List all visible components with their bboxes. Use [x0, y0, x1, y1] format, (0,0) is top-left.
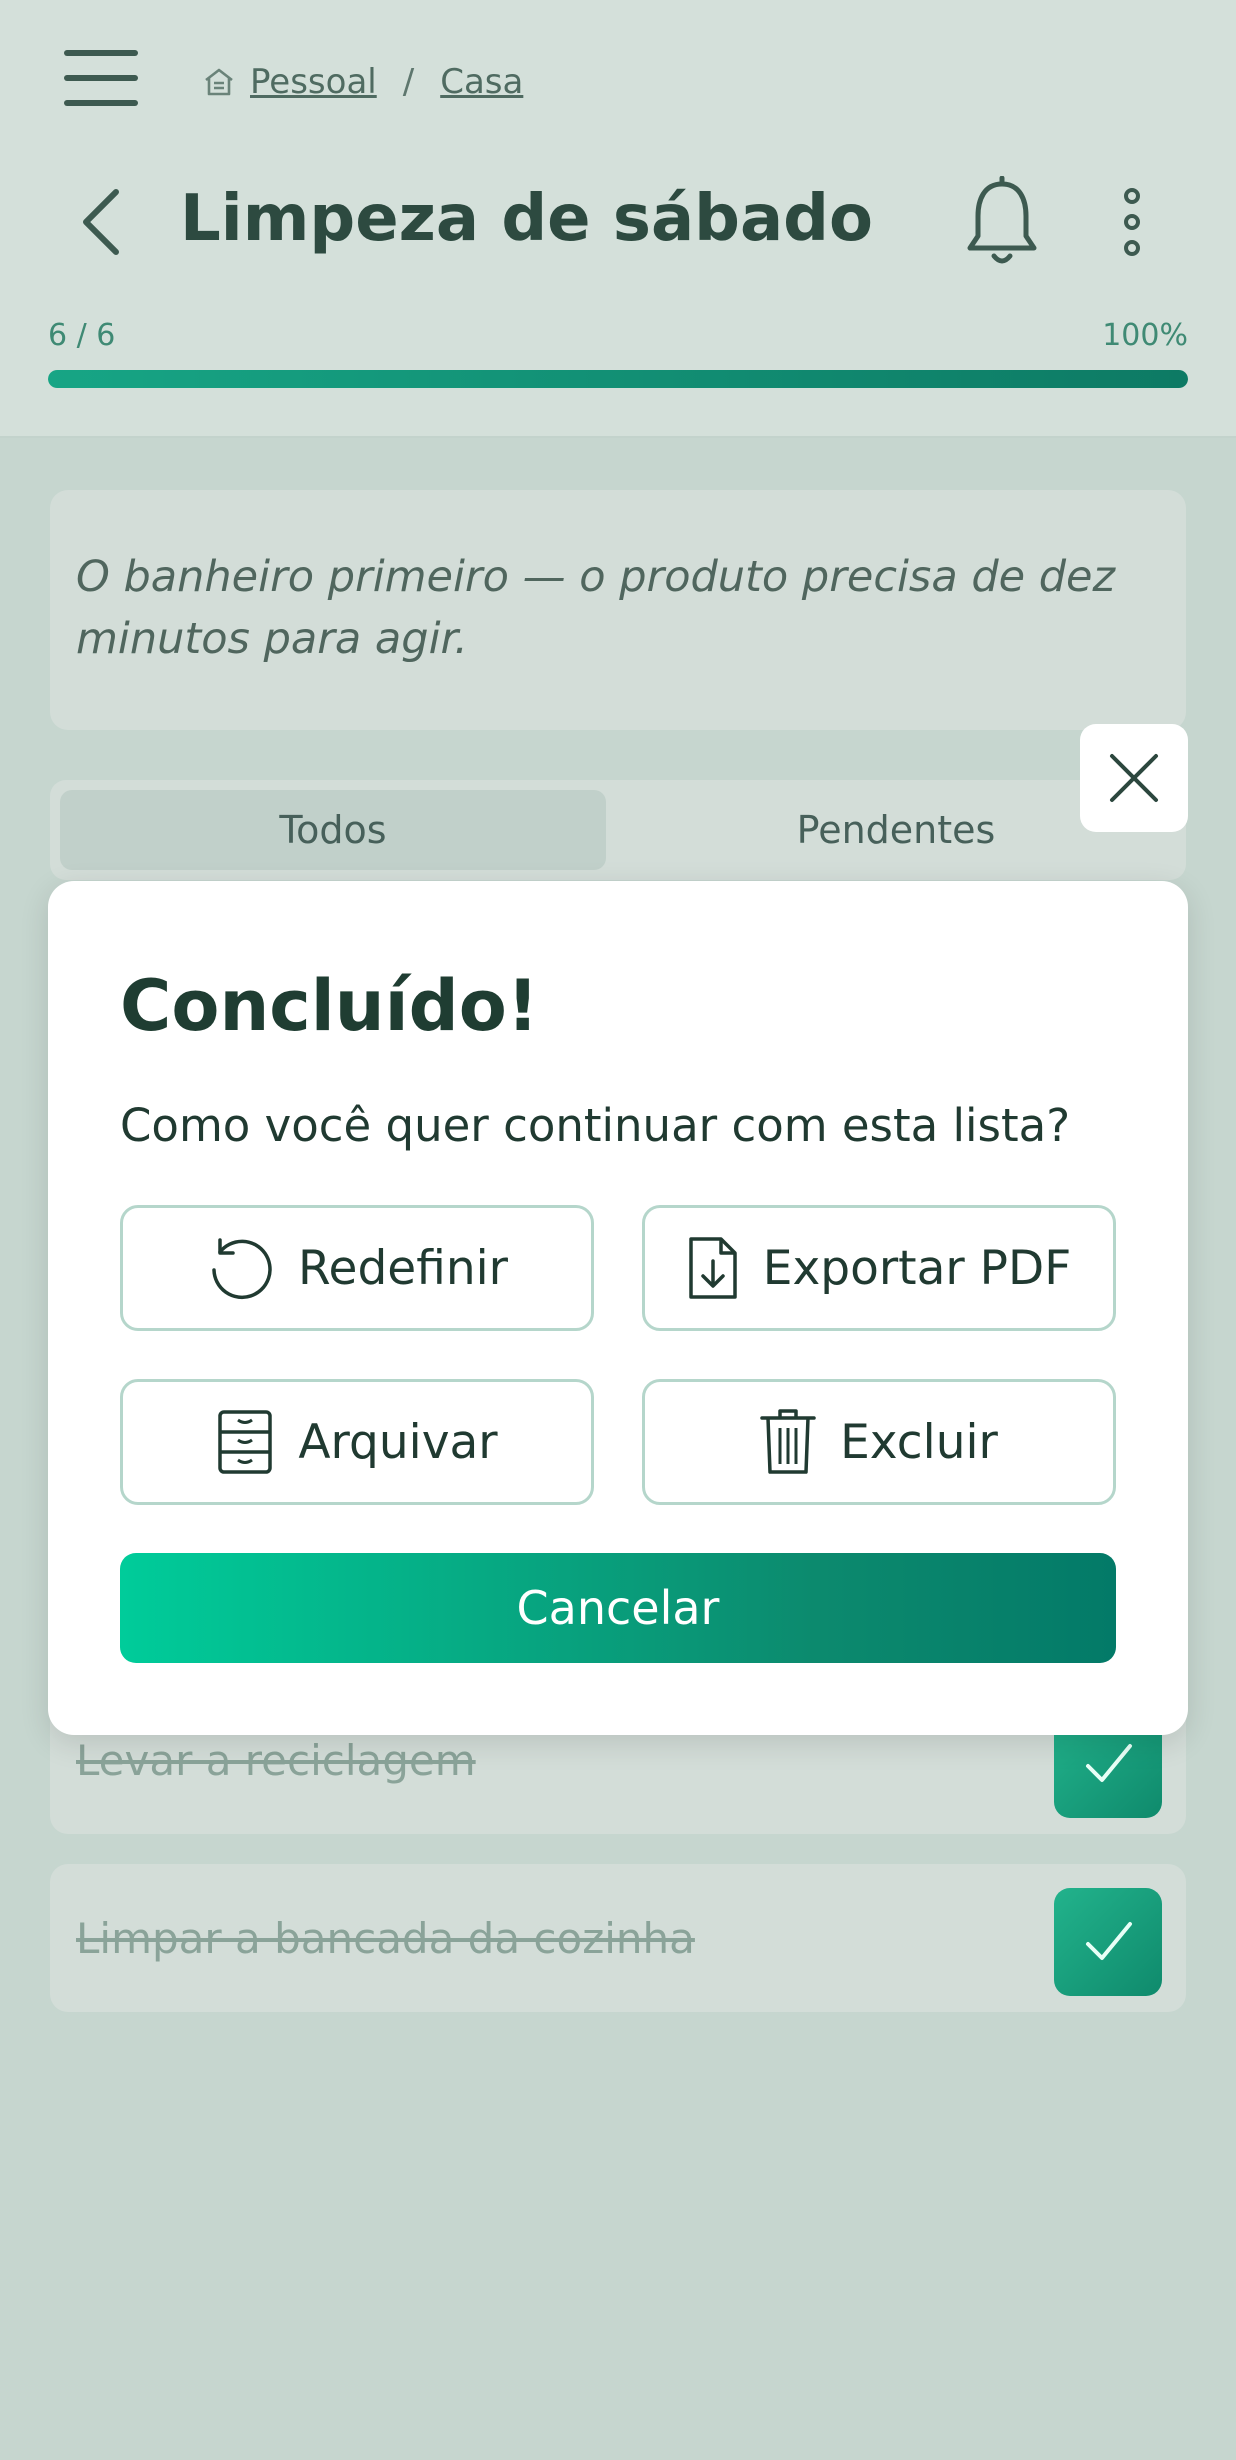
reset-icon: [212, 1238, 272, 1300]
progress-bar: [48, 370, 1188, 388]
breadcrumb-link-pessoal[interactable]: Pessoal: [250, 62, 377, 102]
menu-icon-bar: [64, 50, 138, 56]
file-download-icon: [689, 1237, 737, 1299]
completion-dialog: Concluído! Como você quer continuar com …: [48, 881, 1188, 1735]
bell-icon: [967, 175, 1037, 264]
more-options-button[interactable]: [1110, 186, 1154, 258]
more-vertical-icon: [1124, 188, 1140, 256]
reset-button[interactable]: Redefinir: [120, 1205, 594, 1331]
page-title: Limpeza de sábado: [180, 182, 873, 256]
item-checkbox[interactable]: [1054, 1888, 1162, 1996]
close-dialog-button[interactable]: [1080, 724, 1188, 832]
export-pdf-button[interactable]: Exportar PDF: [642, 1205, 1116, 1331]
delete-button[interactable]: Excluir: [642, 1379, 1116, 1505]
archive-button-label: Arquivar: [298, 1414, 498, 1470]
archive-button[interactable]: Arquivar: [120, 1379, 594, 1505]
dialog-message: Como você quer continuar com esta lista?: [120, 1099, 1071, 1152]
tab-todos[interactable]: Todos: [60, 790, 606, 870]
breadcrumb-separator: /: [402, 62, 415, 102]
notifications-button[interactable]: [964, 175, 1040, 268]
chevron-left-icon: [83, 189, 119, 255]
breadcrumb: Pessoal / Casa: [202, 54, 523, 110]
reset-button-label: Redefinir: [298, 1240, 508, 1296]
breadcrumb-link-casa[interactable]: Casa: [440, 62, 523, 102]
home-icon: [205, 68, 233, 96]
menu-icon-bar: [64, 75, 138, 81]
dialog-title: Concluído!: [120, 965, 539, 1047]
trash-icon: [760, 1409, 816, 1474]
checkmark-icon: [1086, 1922, 1132, 1960]
progress-percent: 100%: [1102, 318, 1188, 353]
list-item-label: Limpar a bancada da cozinha: [76, 1913, 695, 1963]
checkmark-icon: [1086, 1744, 1132, 1782]
menu-icon-bar: [64, 100, 138, 106]
back-button[interactable]: [76, 182, 126, 262]
list-item: Limpar a bancada da cozinha: [50, 1864, 1186, 2012]
list-note: O banheiro primeiro — o produto precisa …: [50, 490, 1186, 730]
archive-icon: [218, 1410, 273, 1474]
header: Pessoal / Casa Limpeza de sábado 6 / 6 1…: [0, 0, 1236, 438]
progress-count: 6 / 6: [48, 318, 116, 353]
menu-button[interactable]: [62, 50, 142, 106]
progress-bar-fill: [48, 370, 1188, 388]
cancel-button[interactable]: Cancelar: [120, 1553, 1116, 1663]
export-pdf-button-label: Exportar PDF: [762, 1240, 1072, 1296]
close-icon: [1110, 754, 1158, 802]
delete-button-label: Excluir: [840, 1414, 998, 1470]
filter-tabs: Todos Pendentes: [50, 780, 1186, 880]
